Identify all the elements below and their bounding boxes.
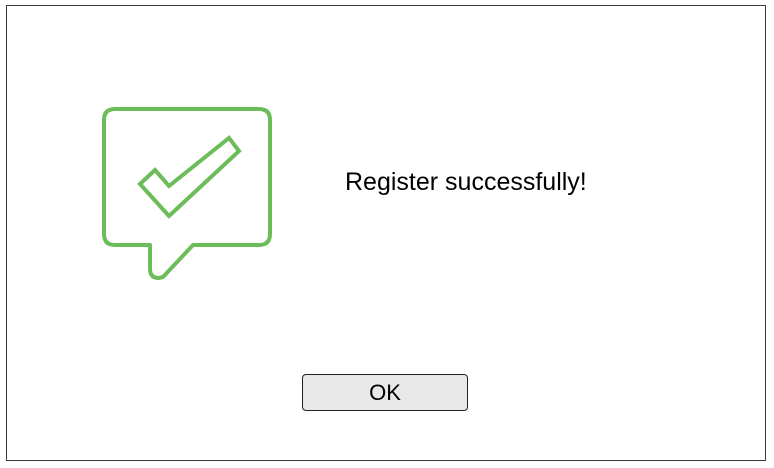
success-dialog: Register successfully! OK — [6, 5, 766, 461]
success-message: Register successfully! — [345, 168, 587, 196]
ok-button[interactable]: OK — [302, 374, 468, 411]
speech-bubble-checkmark-icon — [95, 106, 275, 286]
